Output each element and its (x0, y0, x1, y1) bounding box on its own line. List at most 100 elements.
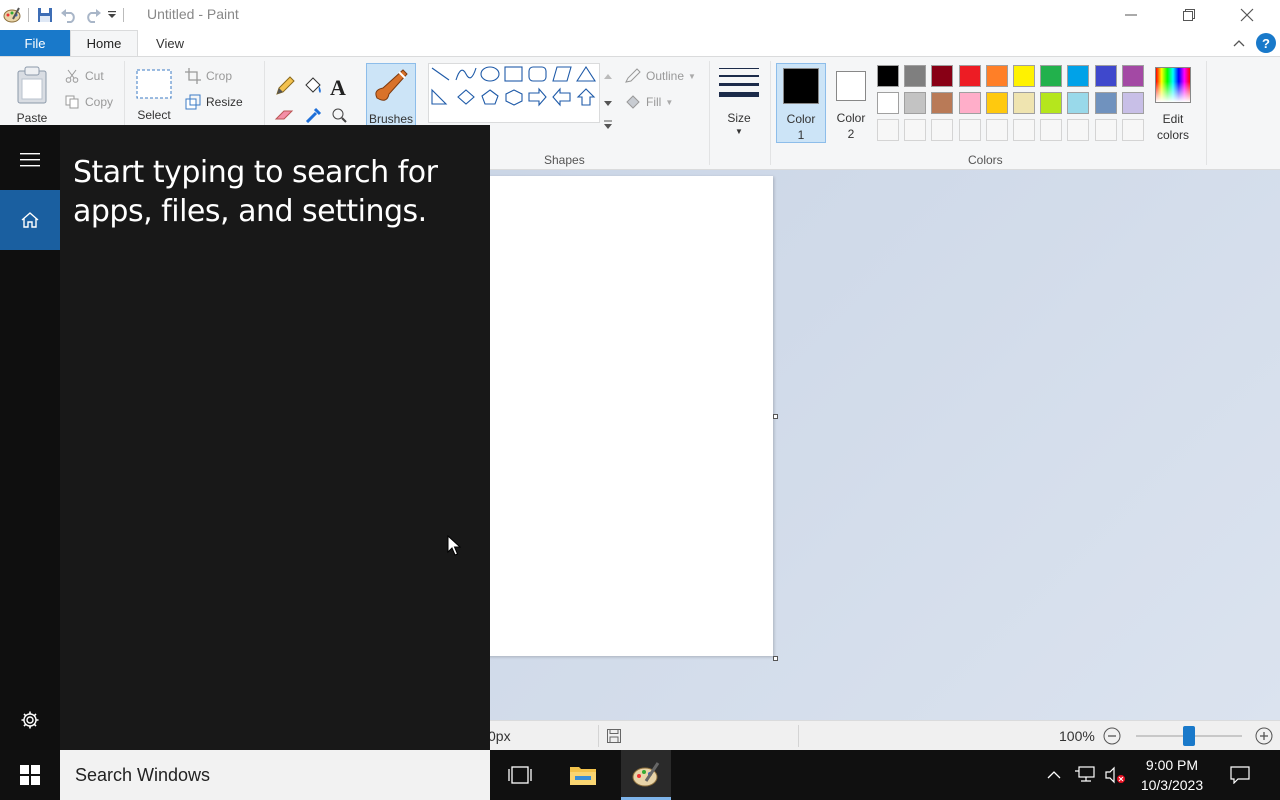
edit-colors-label: Edit colors (1156, 112, 1189, 142)
tab-file[interactable]: File (0, 30, 70, 56)
color-picker-tool[interactable] (304, 107, 322, 123)
edit-colors-button[interactable]: Edit colors (1150, 63, 1196, 147)
paint-app-icon[interactable] (0, 4, 24, 26)
palette-swatch[interactable] (931, 65, 953, 87)
zoom-out-button[interactable] (1103, 721, 1121, 751)
home-button[interactable] (0, 190, 60, 250)
color-1-button[interactable]: Color 1 (776, 63, 826, 143)
paint-palette-icon (632, 762, 660, 787)
select-button[interactable]: Select (135, 69, 173, 122)
task-view-icon (508, 766, 532, 784)
task-view-button[interactable] (495, 750, 545, 800)
custom-color-slot[interactable] (986, 119, 1008, 141)
help-icon[interactable]: ? (1256, 33, 1276, 53)
redo-icon[interactable] (81, 4, 105, 26)
custom-color-slot[interactable] (1013, 119, 1035, 141)
separator (598, 725, 599, 747)
taskbar-clock[interactable]: 9:00 PM 10/3/2023 (1130, 755, 1214, 795)
taskbar: Search Windows 9:00 PM 10/3/2023 (0, 750, 1280, 800)
palette-swatch[interactable] (1013, 65, 1035, 87)
cut-button[interactable]: Cut (63, 67, 104, 85)
resize-button[interactable]: Resize (184, 93, 243, 111)
drawing-canvas[interactable] (484, 176, 773, 656)
custom-color-slot[interactable] (1067, 119, 1089, 141)
fill-dropdown[interactable]: Fill ▼ (624, 93, 673, 111)
custom-color-slot[interactable] (931, 119, 953, 141)
pencil-tool[interactable] (274, 75, 296, 97)
scissors-icon (63, 67, 81, 85)
palette-swatch[interactable] (1040, 65, 1062, 87)
separator (770, 61, 771, 165)
palette-swatch[interactable] (877, 65, 899, 87)
palette-swatch[interactable] (1095, 92, 1117, 114)
tab-view[interactable]: View (140, 30, 200, 56)
canvas-resize-handle-corner[interactable] (773, 656, 778, 661)
pencil-icon (276, 76, 295, 95)
undo-icon[interactable] (57, 4, 81, 26)
crop-button[interactable]: Crop (184, 67, 232, 85)
palette-swatch[interactable] (1013, 92, 1035, 114)
canvas-resize-handle-right[interactable] (773, 414, 778, 419)
collapse-ribbon-icon[interactable] (1228, 32, 1250, 54)
taskbar-search-box[interactable]: Search Windows (60, 750, 490, 800)
hamburger-menu-button[interactable] (0, 130, 60, 190)
custom-color-slot[interactable] (877, 119, 899, 141)
palette-swatch[interactable] (1122, 65, 1144, 87)
show-hidden-icons-button[interactable] (1043, 750, 1065, 800)
color-2-button[interactable]: Color 2 (826, 63, 876, 143)
custom-color-slot[interactable] (1095, 119, 1117, 141)
custom-color-slot[interactable] (959, 119, 981, 141)
close-button[interactable] (1218, 0, 1276, 30)
paste-icon (17, 66, 47, 104)
size-dropdown[interactable]: Size ▼ (714, 65, 764, 145)
shapes-gallery[interactable] (428, 63, 600, 123)
palette-swatch[interactable] (931, 92, 953, 114)
ribbon-tabs: File Home View ? (0, 30, 1280, 56)
color-2-swatch (836, 71, 866, 101)
minimize-button[interactable] (1102, 0, 1160, 30)
action-center-button[interactable] (1222, 750, 1258, 800)
custom-color-slot[interactable] (904, 119, 926, 141)
palette-swatch[interactable] (959, 65, 981, 87)
custom-color-slot[interactable] (1122, 119, 1144, 141)
outline-dropdown[interactable]: Outline ▼ (624, 67, 696, 85)
zoom-slider-thumb[interactable] (1183, 726, 1195, 746)
chevron-down-icon: ▼ (688, 71, 696, 81)
shapes-scroll[interactable] (600, 63, 616, 135)
palette-swatch[interactable] (1122, 92, 1144, 114)
save-icon[interactable] (33, 4, 57, 26)
start-button[interactable] (0, 750, 60, 800)
palette-swatch[interactable] (986, 65, 1008, 87)
paint-taskbar-button[interactable] (621, 750, 671, 800)
settings-button[interactable] (0, 690, 60, 750)
palette-swatch[interactable] (1095, 65, 1117, 87)
customize-quick-access-icon[interactable] (105, 4, 119, 26)
palette-swatch[interactable] (959, 92, 981, 114)
paste-button[interactable]: Paste (12, 65, 52, 125)
palette-swatch[interactable] (1040, 92, 1062, 114)
file-explorer-button[interactable] (558, 750, 608, 800)
palette-swatch[interactable] (904, 65, 926, 87)
restore-button[interactable] (1160, 0, 1218, 30)
magnifier-tool[interactable] (330, 107, 348, 123)
text-tool[interactable]: A (330, 75, 346, 101)
fill-tool[interactable] (302, 75, 324, 97)
copy-button[interactable]: Copy (63, 93, 113, 111)
brushes-button[interactable]: Brushes (366, 63, 416, 127)
tab-home[interactable]: Home (70, 30, 138, 56)
palette-swatch[interactable] (904, 92, 926, 114)
custom-color-slot[interactable] (1040, 119, 1062, 141)
zoom-level: 100% (1059, 728, 1095, 744)
brush-icon (375, 69, 408, 101)
paint-bucket-icon (305, 77, 321, 93)
volume-tray-button[interactable] (1101, 750, 1129, 800)
size-label: Size (727, 111, 751, 125)
zoom-in-button[interactable] (1255, 721, 1273, 751)
palette-swatch[interactable] (1067, 65, 1089, 87)
crop-icon (184, 67, 202, 85)
palette-swatch[interactable] (986, 92, 1008, 114)
palette-swatch[interactable] (877, 92, 899, 114)
eraser-tool[interactable] (274, 107, 296, 123)
network-tray-button[interactable] (1071, 750, 1099, 800)
palette-swatch[interactable] (1067, 92, 1089, 114)
